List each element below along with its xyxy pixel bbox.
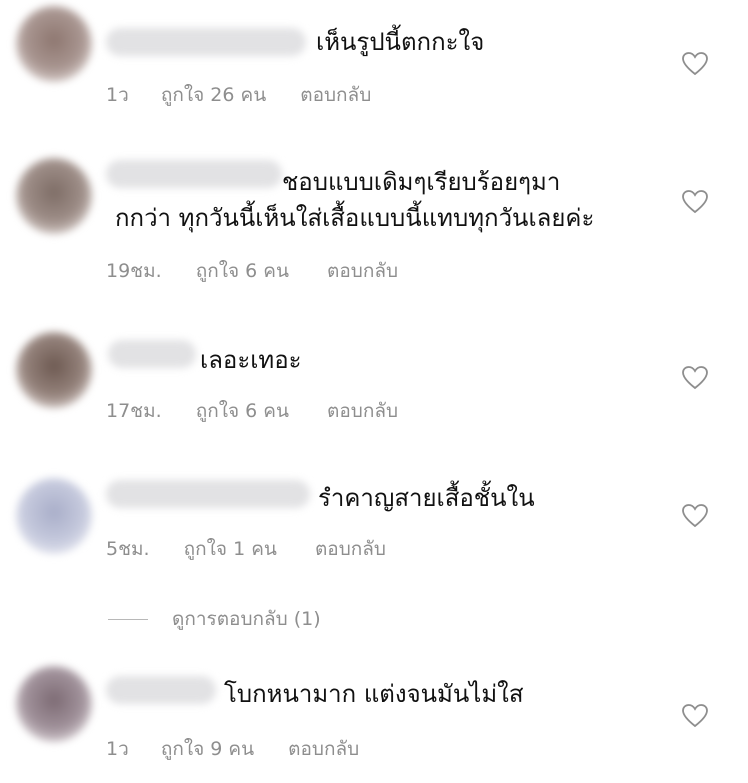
likes-count[interactable]: ถูกใจ 6 คน xyxy=(196,256,289,286)
reply-button[interactable]: ตอบกลับ xyxy=(288,734,359,764)
comment-time: 1ว xyxy=(106,84,129,106)
avatar[interactable] xyxy=(16,666,92,742)
comment-text-line: รำคาญสายเสื้อชั้นใน xyxy=(318,484,535,512)
reply-button[interactable]: ตอบกลับ xyxy=(315,534,386,564)
view-replies-divider xyxy=(108,618,148,620)
like-heart-icon[interactable] xyxy=(682,704,708,728)
like-heart-icon[interactable] xyxy=(682,190,708,214)
username-blurred[interactable] xyxy=(106,480,310,508)
reply-button[interactable]: ตอบกลับ xyxy=(300,80,371,110)
username-blurred[interactable] xyxy=(106,28,306,56)
comment-text-line: กกว่า ทุกวันนี้เห็นใส่เสื้อแบบนี้แทบทุกว… xyxy=(115,204,595,232)
comment-text-line: เลอะเทอะ xyxy=(200,346,302,374)
avatar[interactable] xyxy=(16,478,92,554)
likes-count[interactable]: ถูกใจ 1 คน xyxy=(184,534,277,564)
comment-text-line: ชอบแบบเดิมๆเรียบร้อยๆมา xyxy=(282,168,561,196)
comment-text: ชอบแบบเดิมๆเรียบร้อยๆมา กกว่า ทุกวันนี้เ… xyxy=(115,164,668,236)
comment-time: 17ชม. xyxy=(106,400,162,422)
comment-time: 1ว xyxy=(106,738,129,760)
like-heart-icon[interactable] xyxy=(682,52,708,76)
comment-text: เลอะเทอะ xyxy=(200,342,668,378)
comment-time: 19ชม. xyxy=(106,260,162,282)
comment-text: รำคาญสายเสื้อชั้นใน xyxy=(318,480,668,516)
comment-item: โบกหนามาก แต่งจนมันไม่ใส 1ว ถูกใจ 9 คน ต… xyxy=(0,650,748,783)
username-blurred[interactable] xyxy=(108,340,196,368)
comment-meta: 19ชม. ถูกใจ 6 คน ตอบกลับ xyxy=(106,256,398,286)
view-replies-label: ดูการตอบกลับ (1) xyxy=(172,608,321,630)
likes-count[interactable]: ถูกใจ 6 คน xyxy=(196,396,289,426)
username-blurred[interactable] xyxy=(106,676,216,704)
comment-text: โบกหนามาก แต่งจนมันไม่ใส xyxy=(224,676,668,712)
likes-count[interactable]: ถูกใจ 9 คน xyxy=(161,734,254,764)
comment-text: เห็นรูปนี้ตกกะใจ xyxy=(316,24,668,60)
comment-item: รำคาญสายเสื้อชั้นใน 5ชม. ถูกใจ 1 คน ตอบก… xyxy=(0,460,748,600)
avatar[interactable] xyxy=(16,332,92,408)
avatar[interactable] xyxy=(16,6,92,82)
reply-button[interactable]: ตอบกลับ xyxy=(327,396,398,426)
comment-meta: 5ชม. ถูกใจ 1 คน ตอบกลับ xyxy=(106,534,386,564)
like-heart-icon[interactable] xyxy=(682,366,708,390)
comment-time: 5ชม. xyxy=(106,538,150,560)
comment-item: เห็นรูปนี้ตกกะใจ 1ว ถูกใจ 26 คน ตอบกลับ xyxy=(0,0,748,130)
likes-count[interactable]: ถูกใจ 26 คน xyxy=(161,80,266,110)
like-heart-icon[interactable] xyxy=(682,504,708,528)
comment-text-line: เห็นรูปนี้ตกกะใจ xyxy=(316,28,485,56)
comment-item: เลอะเทอะ 17ชม. ถูกใจ 6 คน ตอบกลับ xyxy=(0,310,748,460)
comment-meta: 1ว ถูกใจ 26 คน ตอบกลับ xyxy=(106,80,371,110)
comment-text-line: โบกหนามาก แต่งจนมันไม่ใส xyxy=(224,680,524,708)
view-replies-button[interactable]: ดูการตอบกลับ (1) xyxy=(108,606,321,632)
comment-meta: 1ว ถูกใจ 9 คน ตอบกลับ xyxy=(106,734,359,764)
comment-item: ชอบแบบเดิมๆเรียบร้อยๆมา กกว่า ทุกวันนี้เ… xyxy=(0,130,748,310)
comment-meta: 17ชม. ถูกใจ 6 คน ตอบกลับ xyxy=(106,396,398,426)
reply-button[interactable]: ตอบกลับ xyxy=(327,256,398,286)
avatar[interactable] xyxy=(16,158,92,234)
